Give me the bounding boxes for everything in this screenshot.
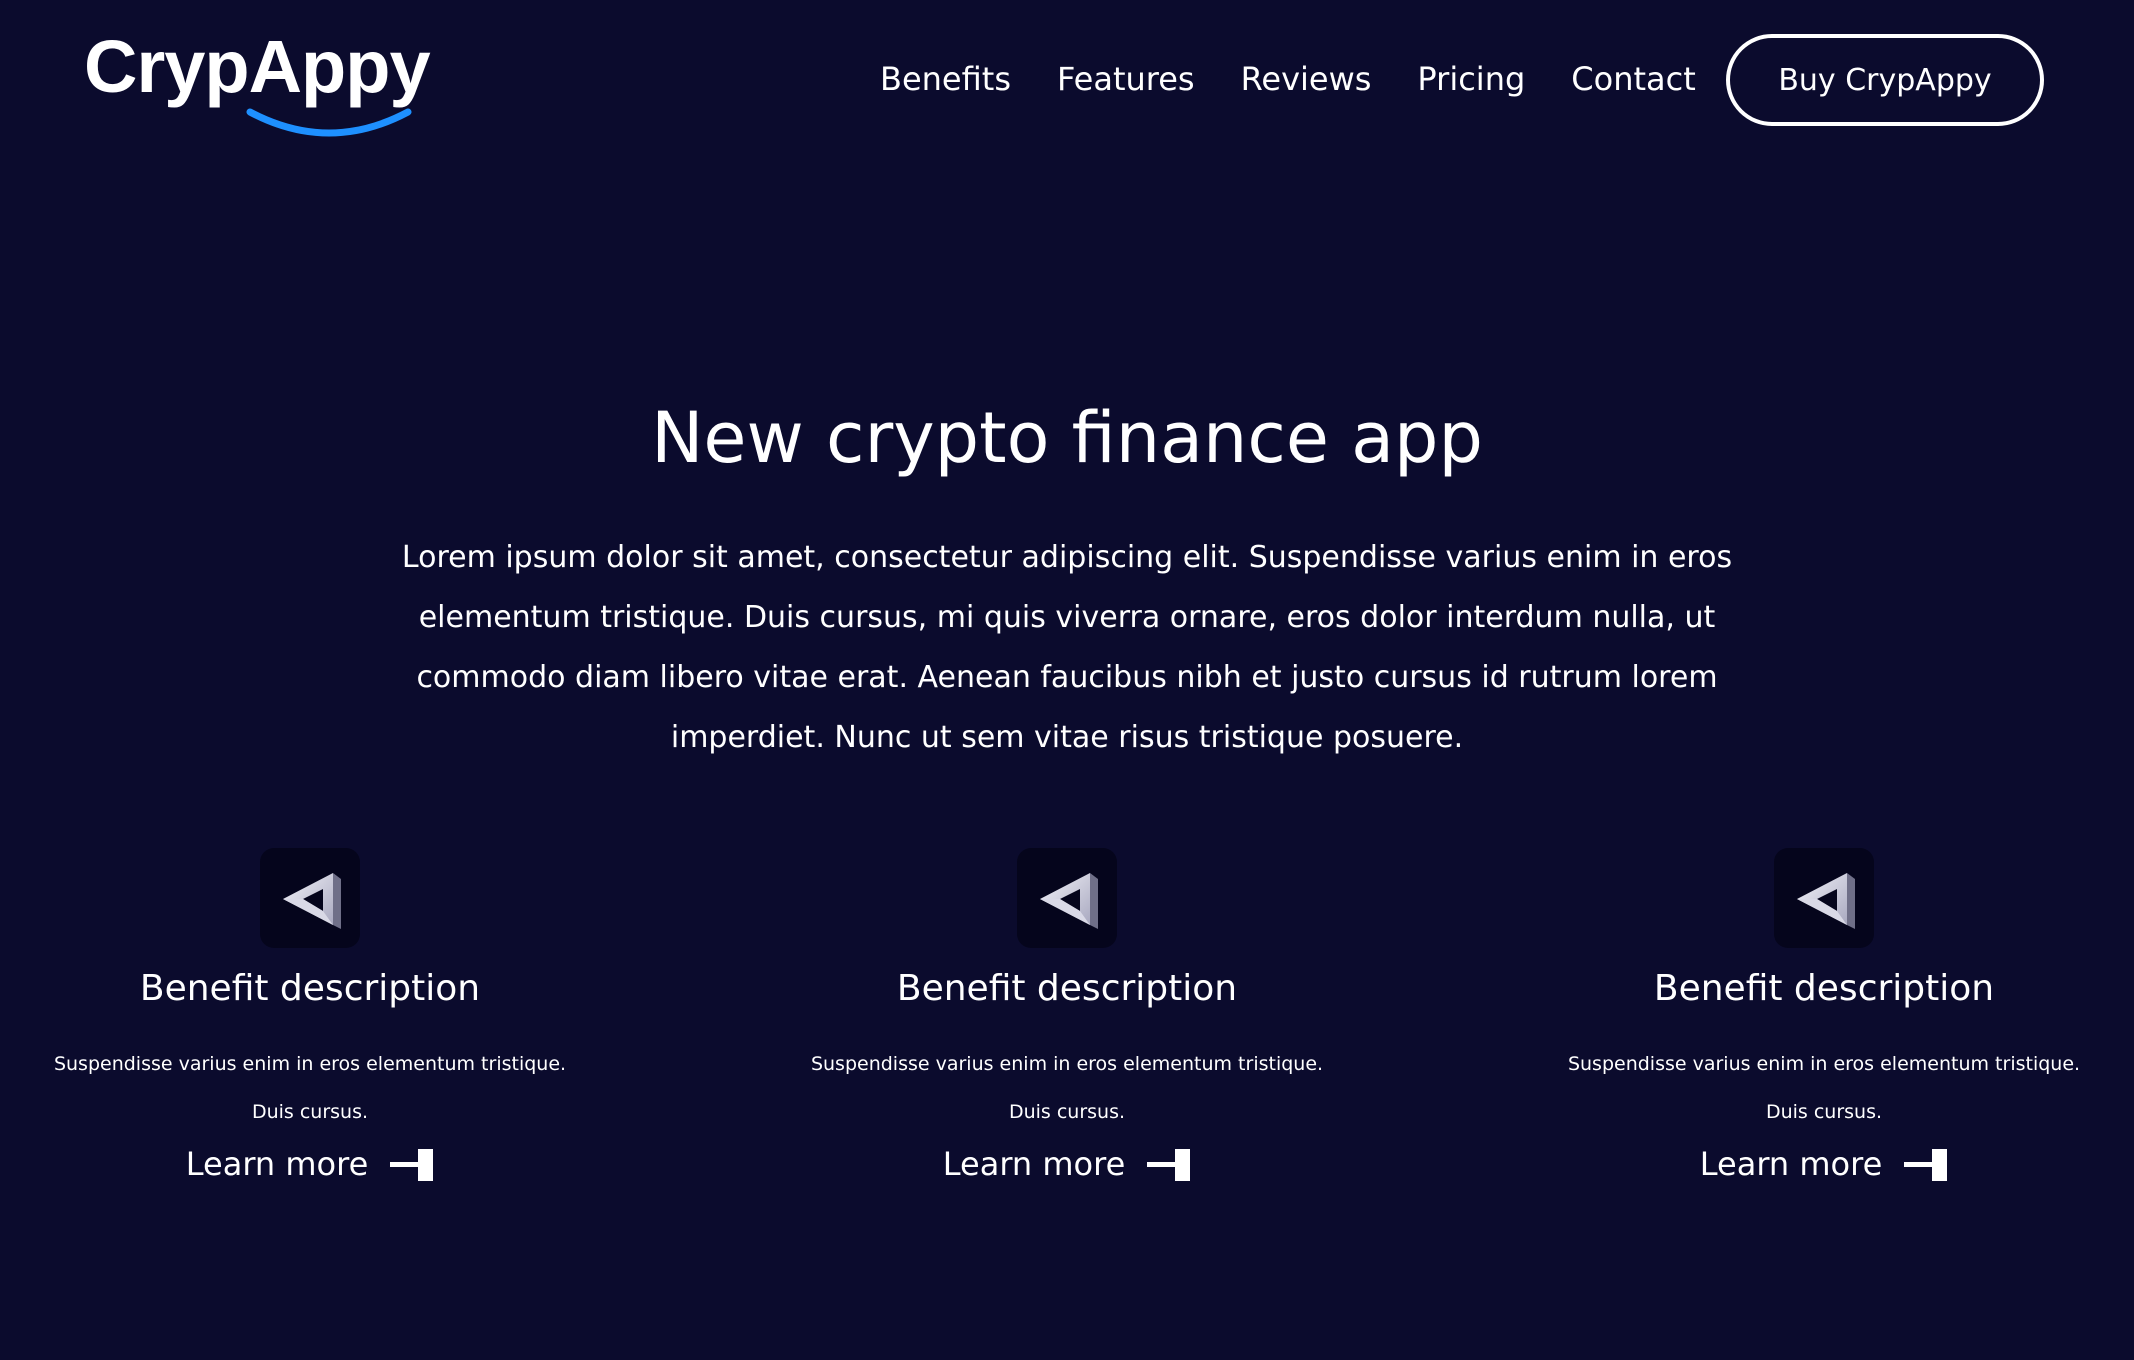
- benefit-title: Benefit description: [1653, 968, 1995, 1009]
- benefit-card: Benefit description Suspendisse varius e…: [767, 848, 1367, 1208]
- impossible-triangle-icon: [1774, 848, 1874, 948]
- hero-title: New crypto finance app: [651, 397, 1483, 479]
- nav-link-reviews[interactable]: Reviews: [1241, 60, 1372, 98]
- main-nav: Benefits Features Reviews Pricing Contac…: [880, 52, 1742, 106]
- logo-text: CrypAppy: [84, 25, 431, 108]
- impossible-triangle-icon: [1017, 848, 1117, 948]
- learn-more-link[interactable]: Learn more: [767, 1144, 1367, 1184]
- learn-more-label: Learn more: [185, 1145, 369, 1183]
- benefit-description: Suspendisse varius enim in eros elementu…: [810, 1053, 1324, 1123]
- hero-text: Lorem ipsum dolor sit amet, consectetur …: [401, 540, 1733, 755]
- nav-link-features[interactable]: Features: [1057, 60, 1195, 98]
- benefits-section: Benefit description Suspendisse varius e…: [0, 848, 2134, 1208]
- benefit-card: Benefit description Suspendisse varius e…: [10, 848, 610, 1208]
- benefit-title: Benefit description: [896, 968, 1238, 1009]
- benefit-description: Suspendisse varius enim in eros elementu…: [53, 1053, 567, 1123]
- buy-button[interactable]: Buy CrypAppy: [1726, 34, 2044, 126]
- impossible-triangle-icon: [260, 848, 360, 948]
- learn-more-link[interactable]: Learn more: [10, 1144, 610, 1184]
- benefit-description: Suspendisse varius enim in eros elementu…: [1567, 1053, 2081, 1123]
- learn-more-label: Learn more: [1699, 1145, 1883, 1183]
- nav-link-contact[interactable]: Contact: [1571, 60, 1696, 98]
- arrow-right-icon: [1147, 1147, 1191, 1181]
- learn-more-link[interactable]: Learn more: [1524, 1144, 2124, 1184]
- logo[interactable]: CrypAppy: [84, 22, 444, 142]
- logo-smile-icon: [246, 108, 412, 137]
- arrow-right-icon: [1904, 1147, 1948, 1181]
- benefit-title: Benefit description: [139, 968, 481, 1009]
- arrow-right-icon: [390, 1147, 434, 1181]
- nav-link-benefits[interactable]: Benefits: [880, 60, 1011, 98]
- benefit-card: Benefit description Suspendisse varius e…: [1524, 848, 2124, 1208]
- learn-more-label: Learn more: [942, 1145, 1126, 1183]
- nav-link-pricing[interactable]: Pricing: [1417, 60, 1525, 98]
